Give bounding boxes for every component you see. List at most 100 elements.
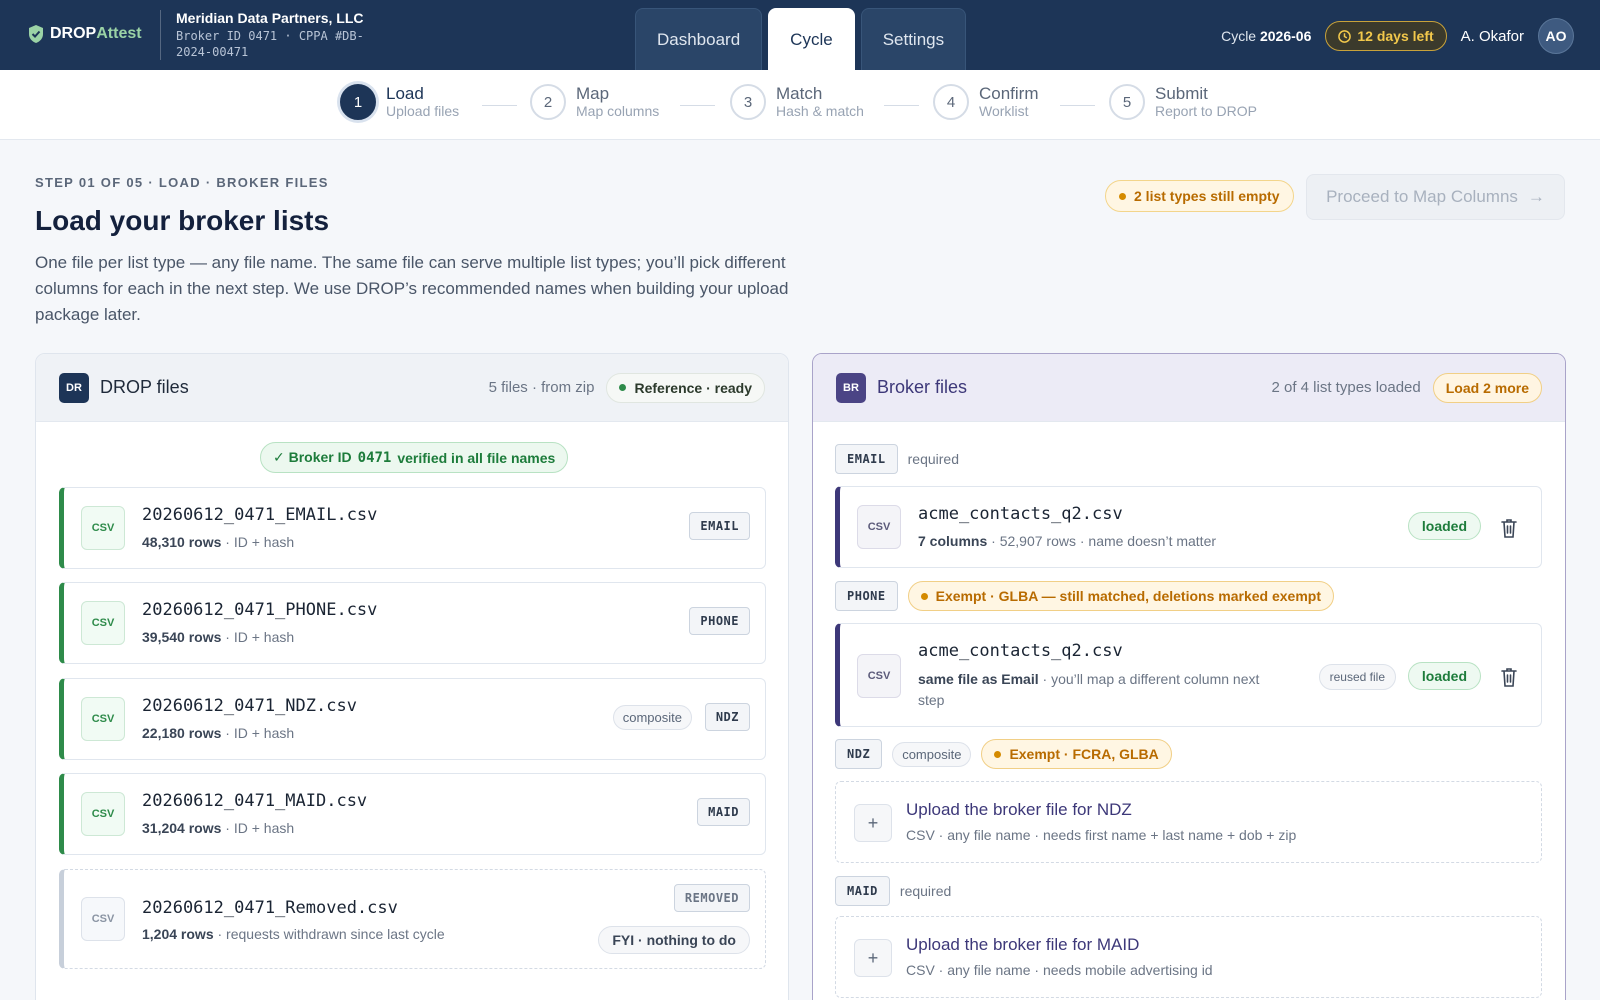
user-name[interactable]: A. Okafor — [1461, 28, 1524, 45]
page-title: Load your broker lists — [35, 205, 330, 236]
drop-file-card-maid[interactable]: CSV 20260612_0471_MAID.csv 31,204 rows ·… — [59, 773, 766, 855]
panel-title: DROP files — [100, 377, 189, 397]
csv-file-icon: CSV — [81, 697, 125, 741]
file-name: acme_contacts_q2.csv — [918, 504, 1123, 524]
row-count: 31,204 rows — [142, 820, 222, 836]
row-count: 39,540 rows — [142, 629, 222, 645]
load-more-button[interactable]: Load 2 more — [1432, 372, 1542, 403]
upload-title: Upload the broker file for MAID — [906, 935, 1140, 954]
drop-file-card-ndz[interactable]: CSV 20260612_0471_NDZ.csv 22,180 rows · … — [59, 678, 766, 760]
proceed-button[interactable]: Proceed to Map Columns → — [1306, 174, 1565, 220]
panel-header-right: 2 of 4 list types loaded Load 2 more — [1271, 372, 1542, 403]
loaded-count: 2 of 4 list types loaded — [1271, 379, 1421, 396]
days-left-badge: 12 days left — [1325, 21, 1447, 51]
app-logo[interactable]: DROP Attest — [28, 24, 142, 44]
required-label: required — [899, 883, 952, 899]
file-detail: · ID + hash — [221, 629, 295, 645]
clock-icon — [1338, 29, 1352, 43]
broker-file-card-email[interactable]: CSV acme_contacts_q2.csv 7 columns · 52,… — [835, 486, 1542, 568]
upload-maid-dropzone[interactable]: + Upload the broker file for MAID CSV · … — [835, 916, 1542, 998]
drop-file-card-email[interactable]: CSV 20260612_0471_EMAIL.csv 48,310 rows … — [59, 487, 766, 569]
tab-cycle[interactable]: Cycle — [768, 8, 855, 70]
required-label: required — [907, 451, 959, 467]
brand-name-a: DROP — [50, 25, 97, 42]
panel-title: Broker files — [877, 377, 968, 397]
page-description: One file per list type — any file name. … — [35, 253, 789, 324]
file-meta: 7 columns · 52,907 rows · name doesn’t m… — [918, 533, 1216, 549]
file-detail: · requests withdrawn since last cycle — [213, 926, 445, 942]
column-count: 7 columns — [918, 533, 988, 549]
verified-prefix: ✓ Broker ID — [273, 449, 352, 465]
broker-badge: BR — [836, 372, 866, 403]
warning-dot-icon — [994, 750, 1002, 758]
org-info: Meridian Data Partners, LLC Broker ID 04… — [176, 10, 396, 60]
step-subtitle: Upload files — [386, 102, 460, 119]
list-type-tag: PHONE — [835, 581, 898, 611]
step-title: Submit — [1155, 83, 1208, 103]
broker-files-panel: BR Broker files 2 of 4 list types loaded… — [812, 353, 1566, 1000]
drop-badge: DR — [59, 372, 89, 403]
step-confirm[interactable]: 4 Confirm Worklist — [933, 84, 1039, 120]
file-detail: · 52,907 rows · name doesn’t matter — [987, 533, 1217, 549]
org-meta-line-1: Broker ID 0471 · CPPA #DB- — [176, 29, 364, 43]
step-map[interactable]: 2 Map Map columns — [530, 84, 659, 120]
csv-file-icon: CSV — [857, 654, 901, 698]
tab-dashboard[interactable]: Dashboard — [635, 8, 763, 70]
step-title: Match — [776, 83, 823, 103]
drop-files-panel: DR DROP files 5 files · from zip Referen… — [35, 353, 789, 1000]
upload-ndz-dropzone[interactable]: + Upload the broker file for NDZ CSV · a… — [835, 781, 1542, 863]
tab-settings[interactable]: Settings — [860, 8, 967, 70]
email-type-row: EMAIL required — [835, 444, 959, 474]
step-load[interactable]: 1 Load Upload files — [340, 84, 459, 120]
file-count: 5 files · from zip — [488, 379, 595, 396]
arrow-right-icon: → — [1527, 187, 1545, 206]
loaded-status-badge: loaded — [1407, 512, 1481, 540]
trash-icon[interactable] — [1499, 666, 1519, 688]
step-submit[interactable]: 5 Submit Report to DROP — [1109, 84, 1257, 120]
step-number: 2 — [530, 84, 566, 120]
file-meta: 31,204 rows · ID + hash — [142, 820, 294, 836]
list-type-tag: NDZ — [704, 703, 750, 731]
composite-badge: composite — [612, 705, 692, 730]
cycle-value: 2026-06 — [1259, 28, 1312, 44]
drop-file-card-phone[interactable]: CSV 20260612_0471_PHONE.csv 39,540 rows … — [59, 582, 766, 664]
file-meta: 48,310 rows · ID + hash — [142, 534, 294, 550]
step-connector — [482, 105, 517, 106]
avatar[interactable]: AO — [1538, 18, 1574, 54]
warning-text: 2 list types still empty — [1134, 188, 1280, 204]
cycle-prefix: Cycle — [1221, 28, 1257, 44]
drop-file-card-removed[interactable]: CSV 20260612_0471_Removed.csv 1,204 rows… — [59, 869, 766, 969]
step-number: 1 — [340, 84, 376, 120]
step-number: 5 — [1109, 84, 1145, 120]
loaded-status-badge: loaded — [1407, 662, 1481, 690]
step-number: 3 — [730, 84, 766, 120]
file-name: 20260612_0471_Removed.csv — [142, 898, 398, 918]
file-meta: 22,180 rows · ID + hash — [142, 725, 294, 741]
list-type-tag: EMAIL — [689, 512, 750, 540]
days-left-text: 12 days left — [1357, 28, 1434, 44]
csv-file-icon: CSV — [81, 792, 125, 836]
file-name: 20260612_0471_PHONE.csv — [142, 600, 378, 620]
file-name: 20260612_0471_NDZ.csv — [142, 696, 357, 716]
same-file-note: same file as Email — [918, 671, 1039, 687]
verified-broker-id: 0471 — [357, 449, 392, 466]
plus-icon: + — [854, 804, 892, 842]
progress-stepper: 1 Load Upload files 2 Map Map columns 3 Ma… — [0, 70, 1600, 140]
cycle-indicator: Cycle 2026-06 — [1221, 28, 1311, 44]
row-count: 22,180 rows — [142, 725, 222, 741]
trash-icon[interactable] — [1499, 517, 1519, 539]
status-dot-icon — [619, 384, 627, 391]
ndz-type-row: NDZ composite Exempt · FCRA, GLBA — [835, 739, 1172, 769]
broker-file-card-phone[interactable]: CSV acme_contacts_q2.csv same file as Em… — [835, 623, 1542, 727]
phone-type-row: PHONE Exempt · GLBA — still matched, del… — [835, 581, 1334, 611]
step-subtitle: Worklist — [979, 102, 1029, 119]
step-subtitle: Report to DROP — [1155, 102, 1257, 119]
composite-badge: composite — [892, 741, 972, 767]
step-number: 4 — [933, 84, 969, 120]
file-name: 20260612_0471_MAID.csv — [142, 791, 368, 811]
divider — [160, 10, 161, 60]
maid-type-row: MAID required — [835, 876, 951, 906]
empty-list-warning: 2 list types still empty — [1105, 180, 1294, 212]
row-count: 48,310 rows — [142, 534, 222, 550]
step-match[interactable]: 3 Match Hash & match — [730, 84, 864, 120]
